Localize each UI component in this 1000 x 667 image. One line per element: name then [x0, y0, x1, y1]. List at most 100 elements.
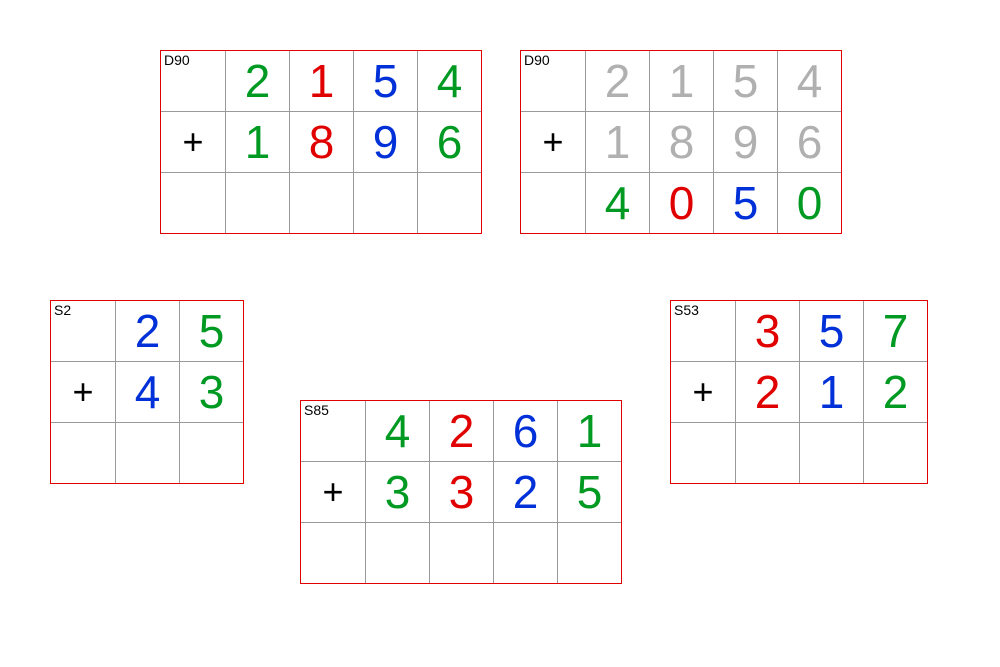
digit-cell: 5 [353, 51, 417, 111]
digit-cell: 4 [417, 51, 481, 111]
empty-cell [429, 523, 493, 583]
digit-cell: 3 [735, 301, 799, 361]
digit-cell: 2 [115, 301, 179, 361]
empty-cell [365, 523, 429, 583]
operator-cell: + [301, 462, 365, 522]
digit-value: 5 [577, 469, 603, 515]
digit-value: 4 [135, 369, 161, 415]
empty-cell [353, 173, 417, 233]
digit-value: 5 [733, 180, 759, 226]
card-row: +1896 [161, 111, 481, 172]
plus-operator: + [322, 474, 343, 510]
digit-cell: 5 [799, 301, 863, 361]
digit-cell: 3 [179, 362, 243, 422]
digit-cell: 2 [585, 51, 649, 111]
digit-value: 5 [199, 308, 225, 354]
empty-cell [417, 173, 481, 233]
plus-operator: + [182, 124, 203, 160]
digit-value: 6 [513, 408, 539, 454]
digit-cell: 1 [225, 112, 289, 172]
digit-value: 3 [199, 369, 225, 415]
empty-cell [301, 523, 365, 583]
digit-cell: 7 [863, 301, 927, 361]
card-row: D902154 [521, 51, 841, 111]
digit-value: 2 [513, 469, 539, 515]
math-card-s85: S854261+3325 [300, 400, 622, 584]
digit-cell: 4 [365, 401, 429, 461]
digit-cell: 4 [115, 362, 179, 422]
digit-cell: 4 [585, 173, 649, 233]
operator-cell: + [521, 112, 585, 172]
digit-cell: 0 [649, 173, 713, 233]
card-row: D90 2154 [161, 51, 481, 111]
label-cell: S85 [301, 401, 365, 461]
digit-value: 2 [883, 369, 909, 415]
digit-cell: 2 [863, 362, 927, 422]
digit-value: 9 [733, 119, 759, 165]
digit-cell: 5 [713, 51, 777, 111]
empty-cell [521, 173, 585, 233]
label-cell: S2 [51, 301, 115, 361]
digit-cell: 1 [585, 112, 649, 172]
card-row [161, 172, 481, 233]
label-cell: D90 [161, 51, 225, 111]
digit-cell: 5 [713, 173, 777, 233]
digit-cell: 1 [289, 51, 353, 111]
digit-value: 5 [819, 308, 845, 354]
digit-cell: 8 [649, 112, 713, 172]
operator-cell: + [51, 362, 115, 422]
digit-value: 2 [135, 308, 161, 354]
empty-cell [671, 423, 735, 483]
digit-cell: 2 [429, 401, 493, 461]
digit-cell: 2 [493, 462, 557, 522]
digit-cell: 3 [365, 462, 429, 522]
label-cell: D90 [521, 51, 585, 111]
card-row: +212 [671, 361, 927, 422]
card-row: S85 4261 [301, 401, 621, 461]
digit-cell: 8 [289, 112, 353, 172]
digit-value: 4 [437, 58, 463, 104]
digit-value: 0 [797, 180, 823, 226]
empty-cell [799, 423, 863, 483]
operator-cell: + [161, 112, 225, 172]
digit-value: 8 [669, 119, 695, 165]
plus-operator: + [72, 374, 93, 410]
plus-operator: + [542, 124, 563, 160]
digit-value: 1 [605, 119, 631, 165]
empty-cell [179, 423, 243, 483]
math-card-s53: S53 357 +212 [670, 300, 928, 484]
digit-value: 1 [309, 58, 335, 104]
card-label: D90 [164, 53, 190, 67]
digit-cell: 1 [649, 51, 713, 111]
digit-value: 3 [449, 469, 475, 515]
digit-cell: 2 [225, 51, 289, 111]
empty-cell [161, 173, 225, 233]
digit-value: 2 [245, 58, 271, 104]
empty-cell [115, 423, 179, 483]
digit-cell: 1 [799, 362, 863, 422]
card-label: D90 [524, 53, 550, 67]
card-row [671, 422, 927, 483]
digit-cell: 2 [735, 362, 799, 422]
card-row: S2 25 [51, 301, 243, 361]
digit-value: 7 [883, 308, 909, 354]
digit-value: 8 [309, 119, 335, 165]
digit-cell: 9 [353, 112, 417, 172]
math-card-s2: S2 25 +43 [50, 300, 244, 484]
digit-value: 3 [385, 469, 411, 515]
digit-cell: 3 [429, 462, 493, 522]
digit-cell: 6 [493, 401, 557, 461]
card-label: S85 [304, 403, 329, 417]
empty-cell [557, 523, 621, 583]
digit-value: 6 [797, 119, 823, 165]
digit-value: 2 [755, 369, 781, 415]
digit-cell: 6 [777, 112, 841, 172]
math-card-d90b: D902154+18964050 [520, 50, 842, 234]
card-row [51, 422, 243, 483]
card-label: S53 [674, 303, 699, 317]
digit-value: 1 [577, 408, 603, 454]
digit-cell: 9 [713, 112, 777, 172]
card-label: S2 [54, 303, 71, 317]
digit-value: 3 [755, 308, 781, 354]
digit-value: 5 [733, 58, 759, 104]
